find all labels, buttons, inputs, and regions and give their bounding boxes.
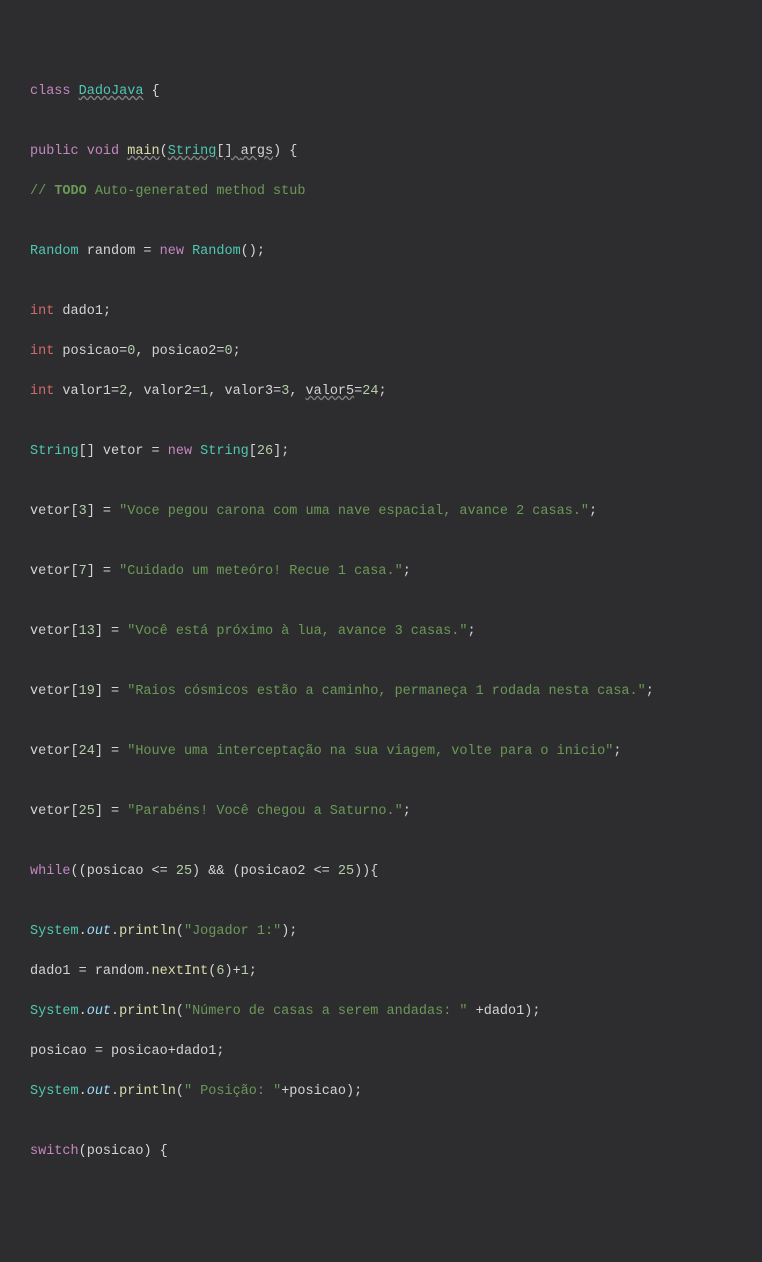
code-line: switch(posicao) { — [30, 1142, 762, 1162]
code-line: vetor[3] = "Voce pegou carona com uma na… — [30, 502, 762, 522]
method-println: println — [119, 1004, 176, 1019]
code-line: System.out.println(" Posição: "+posicao)… — [30, 1082, 762, 1102]
string-literal: "Raios cósmicos estão a caminho, permane… — [127, 684, 645, 699]
string-literal: "Você está próximo à lua, avance 3 casas… — [127, 624, 467, 639]
field-out: out — [87, 1084, 111, 1099]
type-string: String — [168, 144, 217, 159]
keyword-void: void — [87, 144, 119, 159]
code-line: int dado1; — [30, 302, 762, 322]
code-line: dado1 = random.nextInt(6)+1; — [30, 962, 762, 982]
code-line: public void main(String[] args) { — [30, 142, 762, 162]
class-system: System — [30, 1084, 79, 1099]
field-out: out — [87, 1004, 111, 1019]
constructor: Random — [192, 244, 241, 259]
type-string: String — [30, 444, 79, 459]
comment-text: Auto-generated method stub — [87, 184, 306, 199]
keyword-int: int — [30, 304, 54, 319]
code-line: vetor[19] = "Raios cósmicos estão a cami… — [30, 682, 762, 702]
code-line: // TODO Auto-generated method stub — [30, 182, 762, 202]
keyword-switch: switch — [30, 1144, 79, 1159]
method-main: main — [127, 144, 159, 159]
keyword-class: class — [30, 84, 71, 99]
code-line: int valor1=2, valor2=1, valor3=3, valor5… — [30, 382, 762, 402]
keyword-int: int — [30, 344, 54, 359]
code-line: int posicao=0, posicao2=0; — [30, 342, 762, 362]
class-system: System — [30, 924, 79, 939]
keyword-new: new — [168, 444, 192, 459]
string-literal: "Cuidado um meteóro! Recue 1 casa." — [119, 564, 403, 579]
string-literal: "Voce pegou carona com uma nave espacial… — [119, 504, 589, 519]
method-nextint: nextInt — [152, 964, 209, 979]
keyword-public: public — [30, 144, 79, 159]
code-line: System.out.println("Jogador 1:"); — [30, 922, 762, 942]
class-name: DadoJava — [79, 84, 144, 99]
method-println: println — [119, 1084, 176, 1099]
type-random: Random — [30, 244, 79, 259]
code-line: vetor[25] = "Parabéns! Você chegou a Sat… — [30, 802, 762, 822]
code-line: while((posicao <= 25) && (posicao2 <= 25… — [30, 862, 762, 882]
code-line: String[] vetor = new String[26]; — [30, 442, 762, 462]
class-system: System — [30, 1004, 79, 1019]
keyword-int: int — [30, 384, 54, 399]
keyword-new: new — [160, 244, 184, 259]
code-line: class DadoJava { — [30, 82, 762, 102]
code-editor[interactable]: class DadoJava { public void main(String… — [30, 82, 762, 1162]
code-line: vetor[24] = "Houve uma interceptação na … — [30, 742, 762, 762]
comment-todo: TODO — [54, 184, 86, 199]
code-line: vetor[13] = "Você está próximo à lua, av… — [30, 622, 762, 642]
code-line: System.out.println("Número de casas a se… — [30, 1002, 762, 1022]
var-random: random — [87, 244, 136, 259]
param-args: args — [241, 144, 273, 159]
method-println: println — [119, 924, 176, 939]
field-out: out — [87, 924, 111, 939]
code-line: Random random = new Random(); — [30, 242, 762, 262]
keyword-while: while — [30, 864, 71, 879]
comment-slash: // — [30, 184, 54, 199]
string-literal: "Parabéns! Você chegou a Saturno." — [127, 804, 402, 819]
code-line: posicao = posicao+dado1; — [30, 1042, 762, 1062]
code-line: vetor[7] = "Cuidado um meteóro! Recue 1 … — [30, 562, 762, 582]
string-literal: "Houve uma interceptação na sua viagem, … — [127, 744, 613, 759]
var-dado1: dado1 — [62, 304, 103, 319]
